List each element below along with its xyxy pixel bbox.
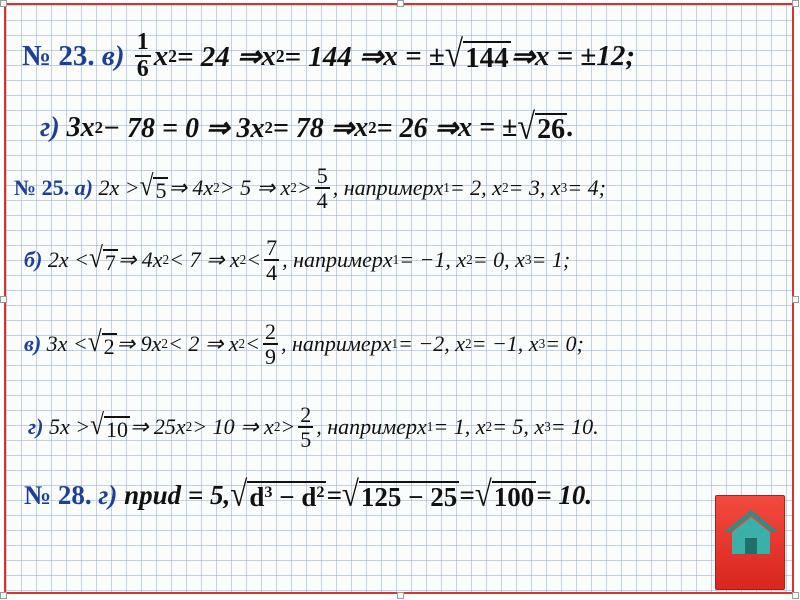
problem-number: № 28.	[24, 479, 92, 510]
square-root: √ 144	[444, 32, 511, 76]
resize-handle-middle-right[interactable]	[792, 296, 799, 303]
problem-25g: г) 5x > √ 10 ⇒ 25x 2 > 10 ⇒ x2 > 25 , напр…	[28, 402, 599, 453]
home-icon	[724, 510, 778, 554]
square-root: √ 2	[87, 325, 117, 359]
resize-handle-bottom-center[interactable]	[397, 592, 404, 599]
square-root: √ 125 − 25	[341, 473, 460, 514]
problem-28g: № 28. г) при d = 5, √ d3 − d2 = √ 125 − 25…	[24, 473, 593, 514]
resize-handle-top-left[interactable]	[0, 0, 7, 7]
problem-number: № 23.	[22, 39, 95, 72]
problem-number: № 25.	[14, 175, 70, 201]
fraction: 25	[298, 402, 314, 453]
resize-handle-top-center[interactable]	[397, 0, 404, 7]
problem-25b: б) 2x < √ 7 ⇒ 4x 2 < 7 ⇒ x2 < 74 , наприме…	[24, 235, 571, 286]
problem-25v: в) 3x < √ 2 ⇒ 9x 2 < 2 ⇒ x2 < 29 , наприме…	[24, 319, 584, 370]
item-label: б)	[24, 247, 43, 273]
item-label: а)	[74, 175, 93, 201]
square-root: √ d3 − d2	[230, 473, 327, 514]
item-label: в)	[24, 331, 42, 357]
square-root: √ 10	[90, 408, 130, 442]
problem-23g: г) 3x 2 − 78 = 0 ⇒ 3x 2 = 78 ⇒ x2 = 26 ⇒ x…	[40, 105, 575, 147]
problem-25a: № 25. а) 2x > √ 5 ⇒ 4x 2 > 5 ⇒ x2 > 54 , н…	[14, 163, 606, 214]
item-label: г)	[40, 111, 60, 143]
square-root: √ 100	[474, 473, 537, 514]
square-root: √ 5	[139, 169, 169, 203]
home-button[interactable]	[715, 495, 785, 590]
item-label: г)	[28, 414, 44, 440]
item-label: в)	[101, 39, 125, 72]
resize-handle-bottom-right[interactable]	[792, 592, 799, 599]
resize-handle-middle-left[interactable]	[0, 296, 7, 303]
fraction: 29	[262, 319, 278, 370]
square-root: √ 26	[517, 105, 568, 147]
fraction: 54	[314, 163, 330, 214]
item-label: г)	[98, 479, 118, 510]
square-root: √ 7	[88, 241, 118, 275]
resize-handle-bottom-left[interactable]	[0, 592, 7, 599]
fraction: 1 6	[134, 29, 151, 83]
problem-23v: № 23. в) 1 6 x2 = 24 ⇒ x2 = 144 ⇒ x = ± …	[22, 29, 636, 83]
fraction: 74	[264, 235, 280, 286]
resize-handle-top-right[interactable]	[792, 0, 799, 7]
